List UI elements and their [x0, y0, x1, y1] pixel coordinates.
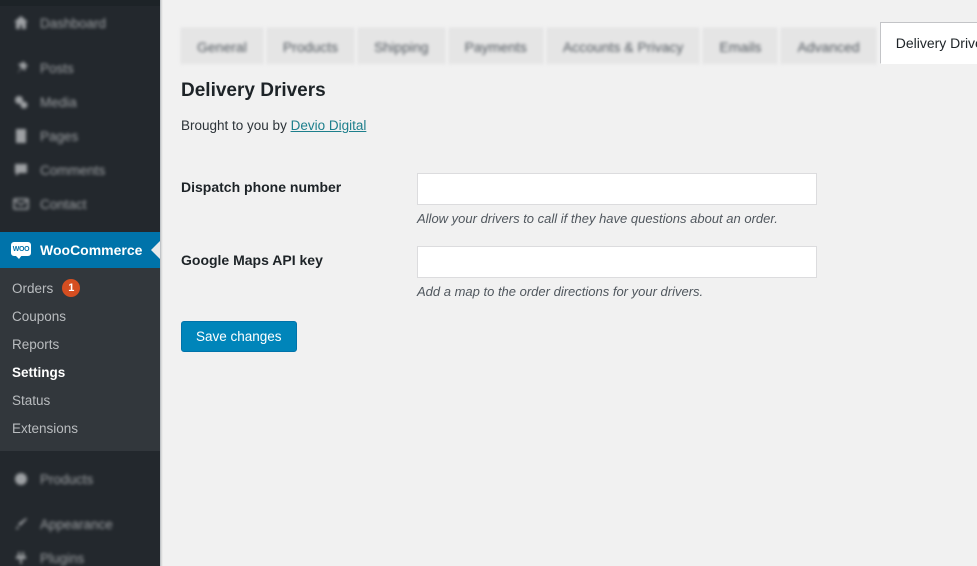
- submenu-item-label: Reports: [12, 336, 60, 352]
- main-content: General Products Shipping Payments Accou…: [163, 0, 977, 566]
- google-maps-key-label: Google Maps API key: [181, 252, 323, 268]
- tab-payments[interactable]: Payments: [448, 28, 543, 64]
- submenu-item-label: Settings: [12, 364, 66, 380]
- pin-icon: [11, 58, 31, 78]
- brush-icon: [11, 514, 31, 534]
- tab-accounts-privacy[interactable]: Accounts & Privacy: [546, 28, 700, 64]
- tab-label: Delivery Drivers: [895, 35, 977, 51]
- sidebar-item-label: Pages: [40, 128, 79, 144]
- save-changes-button[interactable]: Save changes: [181, 321, 297, 352]
- tab-label: Accounts & Privacy: [562, 38, 684, 55]
- tab-label: Payments: [464, 38, 527, 55]
- byline-prefix: Brought to you by: [181, 118, 291, 133]
- sidebar-item-label: Comments: [40, 162, 106, 178]
- sidebar-item-label: Contact: [40, 196, 87, 212]
- page-icon: [11, 126, 31, 146]
- form-row-google-maps-key: Google Maps API key Add a map to the ord…: [181, 234, 817, 307]
- dashboard-icon: [11, 13, 31, 33]
- devio-digital-link[interactable]: Devio Digital: [291, 118, 367, 133]
- submenu-item-settings[interactable]: Settings: [0, 358, 160, 386]
- chevron-left-icon: [151, 241, 160, 259]
- dispatch-phone-label: Dispatch phone number: [181, 179, 342, 195]
- dispatch-phone-description: Allow your drivers to call if they have …: [417, 211, 778, 226]
- admin-screen: Dashboard Posts Media Pages Comments Con…: [0, 0, 977, 566]
- tab-shipping[interactable]: Shipping: [358, 28, 445, 64]
- page-title: Delivery Drivers: [181, 80, 326, 101]
- submenu-item-label: Status: [12, 392, 51, 408]
- admin-sidebar: Dashboard Posts Media Pages Comments Con…: [0, 0, 160, 566]
- sidebar-divider: [0, 451, 160, 462]
- tab-label: Shipping: [374, 38, 429, 55]
- submenu-item-orders[interactable]: Orders 1: [0, 274, 160, 302]
- tab-advanced[interactable]: Advanced: [781, 28, 876, 64]
- tab-products[interactable]: Products: [266, 28, 355, 64]
- byline: Brought to you by Devio Digital: [181, 118, 977, 133]
- settings-panel: Delivery Drivers Brought to you by Devio…: [163, 64, 977, 352]
- sidebar-divider: [0, 496, 160, 507]
- sidebar-item-products[interactable]: Products: [0, 462, 160, 496]
- settings-tab-bar: General Products Shipping Payments Accou…: [181, 18, 977, 64]
- sidebar-item-appearance[interactable]: Appearance: [0, 507, 160, 541]
- sidebar-item-label: WooCommerce: [40, 242, 143, 258]
- submenu-item-extensions[interactable]: Extensions: [0, 414, 160, 442]
- sidebar-item-label: Appearance: [40, 516, 113, 532]
- sidebar-item-label: Plugins: [40, 550, 85, 566]
- tab-label: Emails: [719, 38, 762, 55]
- woo-logo-text: WOO: [11, 242, 31, 256]
- submenu-item-coupons[interactable]: Coupons: [0, 302, 160, 330]
- tab-label: General: [197, 38, 247, 55]
- sidebar-item-media[interactable]: Media: [0, 85, 160, 119]
- sidebar-divider: [0, 221, 160, 232]
- submenu-item-status[interactable]: Status: [0, 386, 160, 414]
- comment-icon: [11, 160, 31, 180]
- sidebar-item-plugins[interactable]: Plugins: [0, 541, 160, 566]
- google-maps-key-description: Add a map to the order directions for yo…: [417, 284, 704, 299]
- sidebar-item-contact[interactable]: Contact: [0, 187, 160, 221]
- sidebar-item-label: Products: [40, 471, 94, 487]
- woocommerce-submenu: Orders 1 Coupons Reports Settings Status…: [0, 268, 160, 451]
- tab-emails[interactable]: Emails: [703, 28, 778, 64]
- sidebar-item-woocommerce[interactable]: WOO WooCommerce: [0, 232, 160, 268]
- sidebar-item-dashboard[interactable]: Dashboard: [0, 6, 160, 40]
- form-row-dispatch-phone: Dispatch phone number Allow your drivers…: [181, 161, 817, 234]
- submenu-item-label: Extensions: [12, 420, 79, 436]
- products-icon: [11, 469, 31, 489]
- tab-general[interactable]: General: [181, 28, 263, 64]
- plug-icon: [11, 548, 31, 566]
- sidebar-item-posts[interactable]: Posts: [0, 51, 160, 85]
- submenu-item-label: Coupons: [12, 308, 67, 324]
- mail-icon: [11, 194, 31, 214]
- tab-label: Advanced: [797, 38, 860, 55]
- google-maps-key-input[interactable]: [417, 246, 817, 278]
- submenu-item-label: Orders: [12, 280, 54, 296]
- sidebar-item-label: Media: [40, 94, 77, 110]
- settings-form-table: Dispatch phone number Allow your drivers…: [181, 161, 817, 307]
- tab-delivery-drivers[interactable]: Delivery Drivers: [879, 22, 977, 64]
- media-icon: [11, 92, 31, 112]
- sidebar-divider: [0, 40, 160, 51]
- sidebar-item-comments[interactable]: Comments: [0, 153, 160, 187]
- woocommerce-icon: WOO: [11, 240, 31, 260]
- sidebar-item-label: Dashboard: [40, 15, 107, 31]
- submenu-item-reports[interactable]: Reports: [0, 330, 160, 358]
- dispatch-phone-input[interactable]: [417, 173, 817, 205]
- sidebar-item-label: Posts: [40, 60, 74, 76]
- sidebar-item-pages[interactable]: Pages: [0, 119, 160, 153]
- orders-count-badge: 1: [62, 279, 81, 297]
- tab-label: Products: [282, 38, 339, 55]
